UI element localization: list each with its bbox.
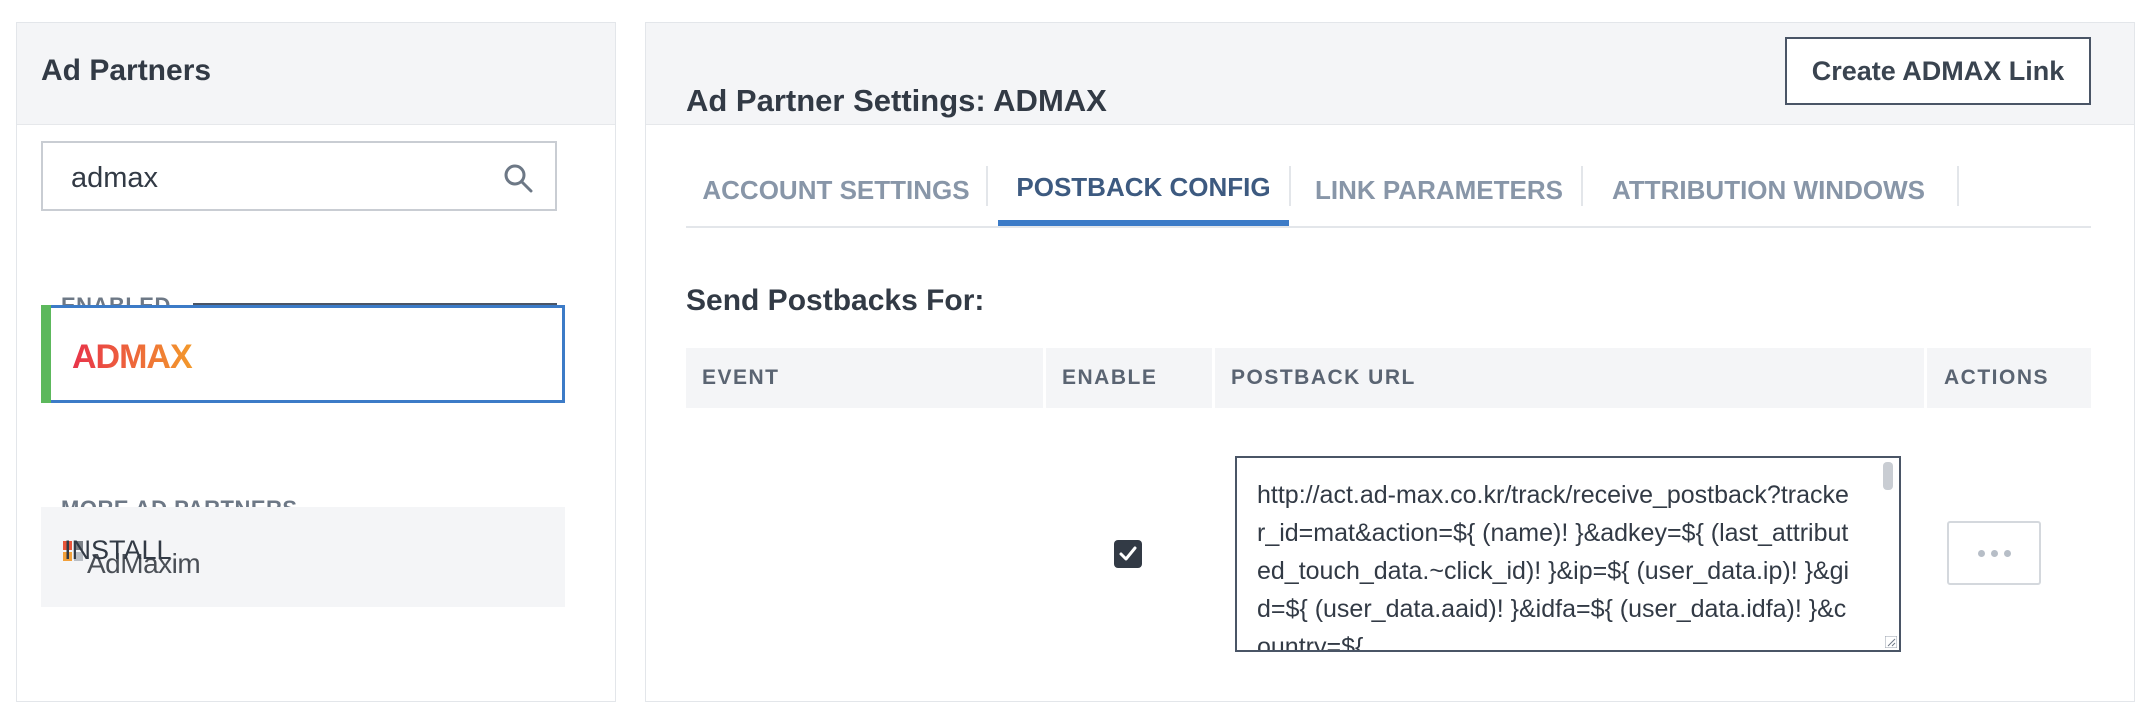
partner-settings-title: Ad Partner Settings: ADMAX [686,83,1107,118]
svg-text:ADMAX: ADMAX [72,338,193,376]
enabled-partner-admax[interactable]: ADMAX [41,305,565,403]
tab-link-parameters[interactable]: LINK PARAMETERS [1303,154,1575,226]
enabled-indicator [41,305,51,403]
ad-partners-title: Ad Partners [41,54,212,87]
tab-postback-config[interactable]: POSTBACK CONFIG [998,154,1289,226]
enable-checkbox-install[interactable] [1114,540,1142,568]
postback-url-textarea[interactable]: http://act.ad-max.co.kr/track/receive_po… [1235,456,1901,652]
checkmark-icon [1119,546,1137,561]
settings-tabs: ACCOUNT SETTINGS POSTBACK CONFIG LINK PA… [686,154,2091,228]
event-name-install: INSTALL [64,535,172,565]
postback-url-text[interactable]: http://act.ad-max.co.kr/track/receive_po… [1257,476,1857,650]
search-icon[interactable] [503,163,533,193]
admax-logo: ADMAX [72,338,194,376]
tab-separator [986,166,988,206]
partner-search-input[interactable] [69,157,493,199]
column-header-postback-url: POSTBACK URL [1231,366,1416,389]
textarea-scrollbar[interactable] [1883,462,1893,490]
more-dots-icon [1975,549,2014,557]
row-actions-button[interactable] [1947,521,2041,585]
column-separator [1043,348,1046,408]
tab-attribution-windows[interactable]: ATTRIBUTION WINDOWS [1591,154,1946,226]
column-header-event: EVENT [702,366,780,389]
tab-separator [1957,166,1959,206]
tab-separator [1289,166,1291,206]
column-header-actions: ACTIONS [1944,366,2049,389]
column-separator [1924,348,1927,408]
column-header-enable: ENABLE [1062,366,1158,389]
tab-account-settings[interactable]: ACCOUNT SETTINGS [686,154,986,226]
column-separator [1212,348,1215,408]
create-link-button[interactable]: Create ADMAX Link [1785,37,2091,105]
tab-separator [1581,166,1583,206]
postbacks-section-title: Send Postbacks For: [686,284,985,317]
postback-table-header: EVENT ENABLE POSTBACK URL ACTIONS [686,348,2091,408]
partner-search[interactable] [41,141,557,211]
resize-handle-icon[interactable] [1885,636,1897,648]
